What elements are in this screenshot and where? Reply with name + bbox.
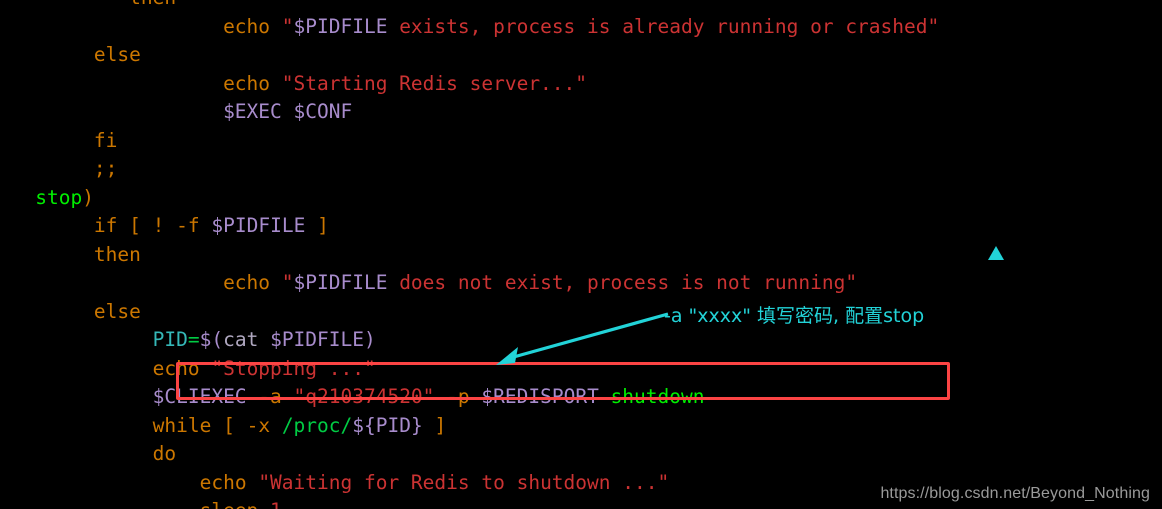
code-token: echo [223,271,271,294]
code-token: "Waiting for Redis to shutdown ..." [258,470,670,494]
code-token: [ [223,413,235,437]
code-token: fi [93,128,118,152]
code-token: shutdown [610,385,705,408]
code-token: $PIDFILE [211,214,306,237]
code-editor-content[interactable]: then echo "$PIDFILE exists, process is a… [0,0,1162,509]
code-token: 1 [270,499,282,509]
code-token: "Starting Redis server..." [281,71,588,95]
code-token: "q210374520" [293,385,435,408]
code-token: cat [223,328,259,351]
code-token: echo [152,356,200,380]
code-token: ) [82,185,94,209]
code-token: ) [364,328,376,351]
code-token: $CONF [293,100,353,123]
code-token: while [152,413,212,437]
code-line[interactable]: then [0,241,1162,270]
code-line[interactable]: else [0,41,1162,70]
code-token: $CLIEXEC [152,385,247,408]
code-token: stop [35,185,83,209]
watermark-text: https://blog.csdn.net/Beyond_Nothing [880,485,1150,502]
code-line[interactable]: fi [0,127,1162,156]
code-token: if [93,214,118,237]
code-token: ! [152,214,165,237]
code-line[interactable]: if [ ! -f $PIDFILE ] [0,212,1162,241]
code-line[interactable]: echo "Starting Redis server..." [0,70,1162,99]
code-token: = [187,328,200,351]
code-token: ;; [93,157,118,180]
code-token: then [93,242,141,266]
code-token: $PIDFILE [293,14,388,38]
code-token: " [281,14,294,38]
code-token: $PIDFILE [293,271,388,294]
code-token: -p [446,385,470,408]
code-token: else [93,43,141,66]
code-line[interactable]: echo "Stopping ..." [0,355,1162,384]
code-token: does not exist, process is not running" [387,271,858,294]
code-token: -x [246,413,271,437]
code-line[interactable]: stop) [0,184,1162,213]
code-line[interactable]: PID=$(cat $PIDFILE) [0,326,1162,355]
code-token: exists, process is already running or cr… [387,14,940,38]
screenshot-root: then echo "$PIDFILE exists, process is a… [0,0,1162,509]
code-token: -a [258,385,282,408]
code-line[interactable]: else [0,298,1162,327]
code-token: $EXEC [223,100,282,123]
code-token: echo [223,14,271,38]
code-token: $PIDFILE [270,328,364,351]
code-token: do [152,442,177,465]
code-token: sleep [200,499,259,509]
code-line[interactable]: $EXEC $CONF [0,98,1162,127]
code-line[interactable]: echo "$PIDFILE does not exist, process i… [0,269,1162,298]
code-line[interactable]: echo "$PIDFILE exists, process is alread… [0,13,1162,42]
code-token: ] [434,413,447,437]
code-token: then [129,0,176,9]
code-line[interactable]: $CLIEXEC -a "q210374520" -p $REDISPORT s… [0,383,1162,412]
code-line[interactable]: while [ -x /proc/${PID} ] [0,412,1162,441]
code-line[interactable]: then [0,0,1162,13]
code-token: echo [223,71,271,95]
code-line[interactable]: do [0,440,1162,469]
code-line[interactable]: ;; [0,155,1162,184]
code-token: ] [317,214,329,237]
code-token: [ [129,214,141,237]
code-token: /proc/ [281,413,353,437]
code-token: else [93,299,141,323]
code-token: echo [199,470,247,494]
annotation-note: -a "xxxx" 填写密码, 配置stop [664,305,925,327]
code-token: ${PID} [352,413,423,437]
code-token: -f [176,214,200,237]
code-token: " [281,271,294,294]
code-token: $REDISPORT [481,385,599,408]
code-token: PID [152,328,188,351]
code-token: $( [199,328,224,351]
code-token: "Stopping ..." [211,356,376,380]
